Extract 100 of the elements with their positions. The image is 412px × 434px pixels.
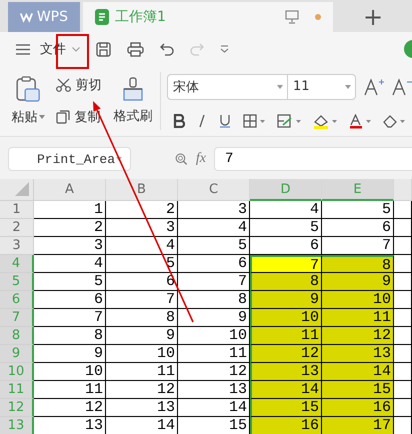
menu-icon[interactable] [16, 44, 30, 54]
row-header[interactable]: 1 [0, 201, 34, 219]
column-header[interactable]: B [106, 179, 178, 201]
table-cell: 11 [250, 327, 322, 345]
column-header[interactable]: C [178, 179, 250, 201]
eraser-icon[interactable] [382, 114, 405, 128]
fill-color-icon[interactable] [312, 114, 337, 128]
bold-icon[interactable] [172, 114, 185, 128]
font-family-select[interactable]: 宋体 [166, 74, 288, 100]
print-icon[interactable] [127, 42, 144, 56]
table-cell: 9 [106, 327, 178, 345]
table-cell: 13 [178, 381, 250, 399]
caret-icon[interactable] [38, 115, 45, 119]
decrease-font-size-icon[interactable] [392, 78, 412, 96]
table-cell: 7 [250, 255, 322, 273]
conditional-format-icon[interactable] [276, 114, 301, 128]
customize-dropdown-icon[interactable] [220, 45, 229, 53]
table-cell: 12 [250, 345, 322, 363]
function-button[interactable]: fx [196, 151, 206, 167]
copy-icon[interactable] [56, 110, 70, 124]
table-cell: 5 [178, 237, 250, 255]
table-cell: 2 [34, 219, 106, 237]
new-tab-button[interactable]: + [343, 2, 403, 32]
table-cell: 14 [178, 399, 250, 417]
increase-font-size-icon[interactable] [364, 78, 384, 96]
table-cell: 13 [106, 399, 178, 417]
row-header[interactable]: 3 [0, 237, 34, 255]
undo-icon[interactable] [160, 42, 174, 56]
table-cell: 11 [34, 381, 106, 399]
borders-icon[interactable] [242, 114, 265, 128]
table-cell: 5 [106, 255, 178, 273]
table-cell [394, 237, 412, 255]
table-cell: 11 [106, 363, 178, 381]
save-icon[interactable] [96, 42, 111, 56]
zoom-icon[interactable] [175, 151, 188, 167]
caret-icon [276, 84, 283, 88]
table-cell [394, 381, 412, 399]
table-cell: 15 [250, 399, 322, 417]
home-tab[interactable]: WPS [8, 2, 80, 32]
table-cell [394, 219, 412, 237]
table-cell: 6 [178, 255, 250, 273]
table-cell: 7 [322, 237, 394, 255]
scissors-icon[interactable] [56, 78, 72, 92]
table-cell: 13 [322, 345, 394, 363]
table-cell: 14 [106, 417, 178, 434]
table-cell: 12 [322, 327, 394, 345]
table-cell: 8 [106, 309, 178, 327]
table-cell: 8 [250, 273, 322, 291]
format-painter-button[interactable]: 格式刷 [113, 107, 152, 125]
table-cell: 2 [106, 201, 178, 219]
table-cell: 11 [322, 309, 394, 327]
cut-button[interactable]: 剪切 [75, 76, 102, 94]
table-cell: 6 [322, 219, 394, 237]
column-header[interactable]: A [34, 179, 106, 201]
table-cell: 7 [34, 309, 106, 327]
table-cell: 8 [178, 291, 250, 309]
table-cell: 4 [178, 219, 250, 237]
table-cell: 14 [250, 381, 322, 399]
monitor-icon[interactable] [285, 10, 299, 24]
table-cell: 6 [250, 237, 322, 255]
formula-input[interactable]: 7 [214, 147, 412, 171]
table-cell [394, 201, 412, 219]
user-avatar-icon[interactable] [404, 40, 412, 58]
table-cell [394, 255, 412, 273]
table-cell: 11 [178, 345, 250, 363]
table-cell [394, 309, 412, 327]
table-cell: 5 [34, 273, 106, 291]
table-cell: 9 [250, 291, 322, 309]
document-tab[interactable]: 工作簿1 [83, 2, 333, 32]
table-cell [394, 291, 412, 309]
table-cell [394, 399, 412, 417]
name-box[interactable]: Print_Area [8, 147, 132, 171]
table-cell: 1 [34, 201, 106, 219]
table-cell: 3 [106, 219, 178, 237]
font-color-icon[interactable] [348, 114, 371, 128]
table-cell: 15 [178, 417, 250, 434]
table-cell: 5 [250, 219, 322, 237]
italic-icon[interactable] [196, 114, 207, 128]
table-cell: 16 [322, 399, 394, 417]
paste-button[interactable]: 粘贴 [12, 108, 38, 126]
table-cell: 13 [34, 417, 106, 434]
chevron-down-icon[interactable] [72, 46, 80, 52]
font-size-select[interactable]: 11 [288, 74, 356, 100]
caret-icon [344, 84, 351, 88]
table-cell: 9 [322, 273, 394, 291]
table-cell [394, 363, 412, 381]
table-cell: 8 [34, 327, 106, 345]
table-cell: 10 [106, 345, 178, 363]
row-header[interactable]: 2 [0, 219, 34, 237]
table-cell: 14 [322, 363, 394, 381]
table-cell: 10 [34, 363, 106, 381]
spreadsheet-icon [95, 9, 109, 25]
table-cell: 5 [322, 201, 394, 219]
table-cell: 12 [34, 399, 106, 417]
paint-brush-icon[interactable] [122, 77, 143, 101]
underline-icon[interactable] [218, 114, 231, 128]
table-cell: 7 [106, 291, 178, 309]
table-cell: 3 [34, 237, 106, 255]
table-cell [394, 417, 412, 434]
table-cell: 9 [178, 309, 250, 327]
